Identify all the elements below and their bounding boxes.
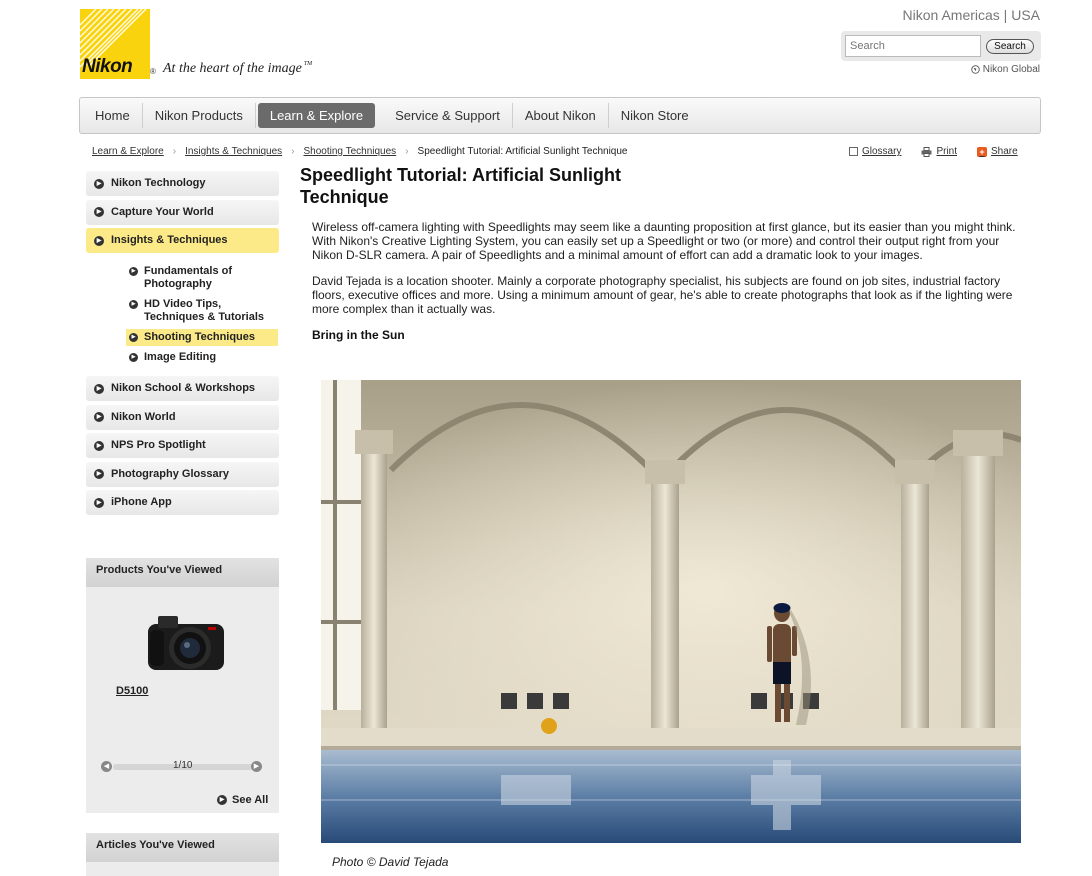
breadcrumb-separator-icon: ›	[172, 146, 177, 157]
sidebar-item-label: Photography Glossary	[111, 467, 229, 480]
sidebar-item-label: Nikon School & Workshops	[111, 382, 256, 394]
main-nav: Home Nikon Products Learn & Explore Serv…	[79, 97, 1041, 134]
sidebar-item-insights-techniques[interactable]: ▶ Insights & Techniques	[86, 228, 279, 254]
breadcrumb-separator-icon: ›	[405, 146, 409, 157]
printer-icon	[921, 146, 932, 157]
sidebar-sub-shooting-techniques[interactable]: ▶ Shooting Techniques	[126, 329, 278, 346]
arrow-bullet-icon: ▶	[94, 178, 104, 189]
tagline-image-word: image	[267, 61, 302, 76]
logo-wordmark: Nikon	[82, 56, 133, 77]
nav-home[interactable]: Home	[83, 103, 143, 128]
sidebar-item-capture-your-world[interactable]: ▶ Capture Your World	[86, 199, 279, 225]
breadcrumb-insights-techniques[interactable]: Insights & Techniques	[185, 146, 282, 157]
search-box: Search	[841, 31, 1041, 61]
article-paragraph-2: David Tejada is a location shooter. Main…	[312, 274, 1013, 316]
breadcrumb-current: Speedlight Tutorial: Artificial Sunlight…	[417, 146, 628, 157]
nav-learn-explore[interactable]: Learn & Explore	[257, 103, 376, 128]
products-viewed-heading: Products You've Viewed	[86, 558, 279, 587]
sidebar-item-label: Nikon Technology	[111, 177, 206, 189]
sidebar-nav: ▶ Nikon Technology ▶ Capture Your World ▶ I…	[86, 171, 279, 257]
region-selector[interactable]: Nikon Americas | USA	[903, 7, 1040, 23]
sidebar-item-label: NPS Pro Spotlight	[111, 439, 206, 452]
breadcrumb-separator-icon: ›	[291, 146, 295, 157]
search-button[interactable]: Search	[986, 39, 1034, 54]
arrow-bullet-icon: ▶	[129, 333, 138, 342]
globe-icon	[971, 65, 980, 74]
arrow-bullet-icon: ▶	[94, 235, 104, 246]
arrow-bullet-icon: ▶	[217, 795, 227, 805]
sidebar-sub-label: HD Video Tips, Techniques & Tutorials	[144, 298, 264, 323]
sidebar-item-nikon-world[interactable]: ▶ Nikon World	[86, 404, 279, 430]
page-title: Speedlight Tutorial: Artificial Sunlight…	[300, 165, 621, 207]
share-link[interactable]: + Share	[977, 146, 1018, 157]
pager-next-icon[interactable]: ▶	[251, 761, 262, 772]
article-subheading: Bring in the Sun	[312, 328, 405, 342]
sidebar-sub-label: Shooting Techniques	[144, 331, 256, 343]
breadcrumb: Learn & Explore › Insights & Techniques …	[92, 146, 627, 157]
product-name-link[interactable]: D5100	[116, 685, 148, 697]
sidebar-item-nikon-technology[interactable]: ▶ Nikon Technology	[86, 171, 279, 196]
nikon-global-link[interactable]: Nikon Global	[971, 64, 1040, 75]
arrow-bullet-icon: ▶	[94, 412, 104, 423]
pool-photo-icon	[321, 380, 1021, 843]
breadcrumb-learn-explore[interactable]: Learn & Explore	[92, 146, 164, 157]
sidebar-item-photography-glossary[interactable]: ▶ Photography Glossary	[86, 461, 279, 487]
search-input[interactable]	[845, 35, 981, 57]
print-label: Print	[936, 146, 958, 157]
sidebar-item-label: Insights & Techniques	[111, 234, 228, 247]
nav-service-support[interactable]: Service & Support	[383, 103, 513, 128]
arrow-bullet-icon: ▶	[94, 497, 104, 508]
arrow-bullet-icon: ▶	[129, 267, 138, 276]
sidebar-sub-fundamentals[interactable]: ▶ Fundamentals of Photography	[126, 265, 278, 291]
photo-caption: Photo © David Tejada	[332, 855, 449, 869]
sidebar-sub-label: Fundamentals of Photography	[144, 265, 233, 290]
glossary-link[interactable]: Glossary	[849, 146, 901, 157]
sidebar-item-nikon-school[interactable]: ▶ Nikon School & Workshops	[86, 376, 279, 401]
nav-about-nikon[interactable]: About Nikon	[513, 103, 609, 128]
articles-viewed-heading: Articles You've Viewed	[86, 833, 279, 862]
arrow-bullet-icon: ▶	[129, 300, 138, 309]
arrow-bullet-icon: ▶	[129, 353, 138, 362]
product-pager: ◀ 1/10 ▶	[101, 760, 264, 772]
arrow-bullet-icon: ▶	[94, 383, 104, 394]
pager-prev-icon[interactable]: ◀	[101, 761, 112, 772]
share-plus-icon: +	[977, 146, 988, 157]
camera-product-icon[interactable]	[146, 610, 226, 674]
arrow-bullet-icon: ▶	[94, 469, 104, 480]
sidebar-item-label: iPhone App	[111, 496, 172, 509]
article-paragraph-1: Wireless off-camera lighting with Speedl…	[312, 220, 1016, 262]
article-photo	[321, 380, 1021, 843]
nikon-logo[interactable]: Nikon	[80, 9, 150, 79]
breadcrumb-shooting-techniques[interactable]: Shooting Techniques	[304, 146, 397, 157]
share-label: Share	[991, 146, 1018, 157]
checkbox-icon	[849, 147, 858, 156]
sidebar-sub-image-editing[interactable]: ▶ Image Editing	[126, 351, 278, 364]
arrow-bullet-icon: ▶	[94, 440, 104, 451]
sidebar-sub-hd-video[interactable]: ▶ HD Video Tips, Techniques & Tutorials	[126, 298, 278, 324]
products-viewed-panel: Products You've Viewed D5100 ◀ 1/10 ▶ ▶ …	[86, 558, 279, 813]
sidebar-item-label: Nikon World	[111, 410, 176, 423]
print-link[interactable]: Print	[921, 146, 957, 157]
pager-count: 1/10	[173, 760, 193, 771]
articles-viewed-panel: Articles You've Viewed	[86, 833, 279, 876]
nikon-global-label: Nikon Global	[982, 64, 1040, 75]
see-all-link[interactable]: ▶ See All	[217, 794, 268, 806]
nav-nikon-store[interactable]: Nikon Store	[609, 103, 701, 128]
nav-nikon-products[interactable]: Nikon Products	[143, 103, 256, 128]
sidebar-nav-lower: ▶ Nikon School & Workshops ▶ Nikon World ▶…	[86, 376, 279, 519]
glossary-label: Glossary	[862, 146, 902, 157]
tagline-text: At the heart of the	[163, 61, 268, 76]
trademark-mark: TM	[303, 61, 313, 67]
page-tools: Glossary Print + Share	[849, 146, 1018, 157]
see-all-label: See All	[232, 794, 269, 806]
sidebar-item-label: Capture Your World	[111, 205, 214, 218]
arrow-bullet-icon: ▶	[94, 207, 104, 218]
brand-tagline: At the heart of the image TM	[163, 61, 312, 77]
registered-mark: ®	[150, 67, 156, 76]
sidebar-item-nps-pro-spotlight[interactable]: ▶ NPS Pro Spotlight	[86, 433, 279, 459]
sidebar-sub-label: Image Editing	[144, 351, 217, 363]
sidebar-item-iphone-app[interactable]: ▶ iPhone App	[86, 490, 279, 516]
